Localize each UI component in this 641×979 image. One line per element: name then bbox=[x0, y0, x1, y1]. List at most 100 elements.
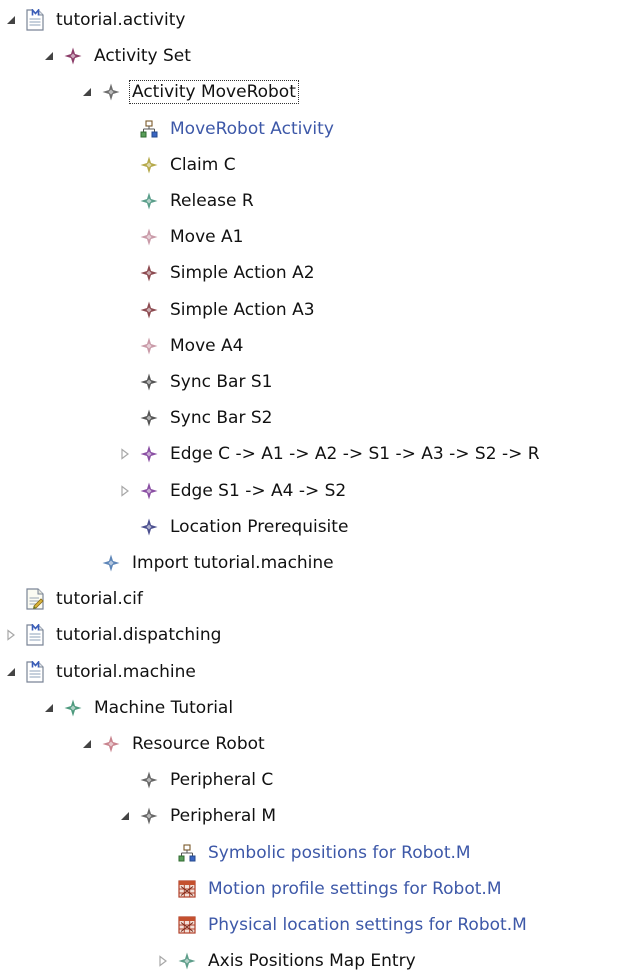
tree-item[interactable]: Physical location settings for Robot.M bbox=[156, 907, 529, 943]
tree-item-label: Simple Action A2 bbox=[170, 263, 315, 284]
collapsed-twisty-icon[interactable] bbox=[156, 954, 170, 968]
model-file-icon bbox=[24, 624, 46, 646]
tree-item[interactable]: Resource Robot bbox=[80, 726, 267, 762]
tree-item-label: Resource Robot bbox=[132, 734, 265, 754]
tree-item[interactable]: Release R bbox=[118, 183, 256, 219]
hierarchy-diagram-icon bbox=[138, 118, 160, 140]
settings-table-icon bbox=[176, 878, 198, 900]
tree-item[interactable]: Motion profile settings for Robot.M bbox=[156, 871, 504, 907]
tree-item[interactable]: Move A4 bbox=[118, 328, 245, 364]
text-file-icon bbox=[24, 588, 46, 610]
expanded-twisty-icon[interactable] bbox=[80, 85, 94, 99]
diamond-star-icon bbox=[138, 371, 160, 393]
model-file-icon bbox=[24, 9, 46, 31]
diamond-star-icon bbox=[138, 154, 160, 176]
tree-item-label: Axis Positions Map Entry bbox=[208, 951, 416, 972]
settings-table-icon bbox=[176, 914, 198, 936]
expanded-twisty-icon[interactable] bbox=[4, 13, 18, 27]
tree-item-label: Move A4 bbox=[170, 335, 244, 356]
tree-item[interactable]: tutorial.dispatching bbox=[4, 617, 223, 653]
tree-item[interactable]: Activity MoveRobot bbox=[80, 74, 299, 110]
tree-item-label: Move A1 bbox=[170, 227, 244, 248]
diamond-star-icon bbox=[138, 299, 160, 321]
tree-item-label: tutorial.machine bbox=[56, 661, 196, 682]
tree-item[interactable]: MoveRobot Activity bbox=[118, 111, 336, 147]
tree-item[interactable]: Symbolic positions for Robot.M bbox=[156, 835, 473, 871]
tree-item[interactable]: Peripheral M bbox=[118, 798, 278, 834]
tree-item-label: Claim C bbox=[170, 154, 236, 175]
hierarchy-diagram-icon bbox=[176, 842, 198, 864]
tree-item-label: tutorial.activity bbox=[56, 10, 186, 30]
tree-item-label: Activity Set bbox=[94, 46, 191, 67]
diamond-star-icon bbox=[176, 950, 198, 972]
tree-item[interactable]: tutorial.machine bbox=[4, 654, 198, 690]
tree-item-label: Peripheral M bbox=[170, 806, 277, 827]
expanded-twisty-icon[interactable] bbox=[118, 809, 132, 823]
diamond-star-icon bbox=[100, 733, 122, 755]
tree-item-label: Edge C -> A1 -> A2 -> S1 -> A3 -> S2 -> … bbox=[170, 444, 540, 465]
tree-item[interactable]: Move A1 bbox=[118, 219, 245, 255]
expanded-twisty-icon[interactable] bbox=[4, 665, 18, 679]
tree-item[interactable]: Claim C bbox=[118, 147, 238, 183]
tree-item[interactable]: Edge C -> A1 -> A2 -> S1 -> A3 -> S2 -> … bbox=[118, 436, 542, 472]
diamond-star-icon bbox=[62, 45, 84, 67]
diamond-star-icon bbox=[138, 262, 160, 284]
tree-item-label: Import tutorial.machine bbox=[132, 553, 334, 573]
expanded-twisty-icon[interactable] bbox=[42, 701, 56, 715]
model-file-icon bbox=[24, 660, 46, 683]
tree-item-label: Machine Tutorial bbox=[94, 697, 234, 718]
diamond-star-icon bbox=[138, 407, 160, 429]
collapsed-twisty-icon[interactable] bbox=[4, 628, 18, 642]
diamond-star-icon bbox=[100, 552, 122, 574]
tree-item-label: Peripheral C bbox=[170, 770, 274, 791]
expanded-twisty-icon[interactable] bbox=[80, 737, 94, 751]
tree-item[interactable]: Peripheral C bbox=[118, 762, 275, 798]
diamond-star-icon bbox=[138, 226, 160, 248]
diamond-star-icon bbox=[138, 480, 160, 502]
tree-item-label: Physical location settings for Robot.M bbox=[208, 915, 527, 935]
tree-item[interactable]: Simple Action A2 bbox=[118, 255, 317, 291]
expanded-twisty-icon[interactable] bbox=[42, 49, 56, 63]
diamond-star-icon bbox=[138, 335, 160, 357]
tree-item[interactable]: tutorial.cif bbox=[4, 581, 145, 617]
tree-item[interactable]: Sync Bar S1 bbox=[118, 364, 274, 400]
diamond-star-icon bbox=[62, 697, 84, 719]
diamond-star-icon bbox=[138, 190, 160, 212]
tree-item-label: MoveRobot Activity bbox=[170, 118, 334, 139]
tree-item-label: Sync Bar S1 bbox=[170, 372, 273, 392]
diamond-star-icon bbox=[138, 516, 160, 538]
tree-item[interactable]: Activity Set bbox=[42, 38, 193, 74]
collapsed-twisty-icon[interactable] bbox=[118, 447, 132, 461]
tree-item[interactable]: Edge S1 -> A4 -> S2 bbox=[118, 473, 348, 509]
tree-item-label: Symbolic positions for Robot.M bbox=[208, 842, 471, 863]
project-tree: tutorial.activity Activity Set Activity Mo… bbox=[0, 0, 641, 971]
collapsed-twisty-icon[interactable] bbox=[118, 484, 132, 498]
tree-item-label: Location Prerequisite bbox=[170, 516, 349, 537]
tree-item-label: Simple Action A3 bbox=[170, 299, 315, 320]
tree-item[interactable]: Location Prerequisite bbox=[118, 509, 350, 545]
tree-item[interactable]: Axis Positions Map Entry bbox=[156, 943, 418, 979]
tree-item-label: Edge S1 -> A4 -> S2 bbox=[170, 480, 347, 501]
tree-item-label: tutorial.dispatching bbox=[56, 625, 222, 646]
tree-item[interactable]: Import tutorial.machine bbox=[80, 545, 336, 581]
diamond-star-icon bbox=[138, 805, 160, 827]
tree-item[interactable]: Machine Tutorial bbox=[42, 690, 235, 726]
tree-item[interactable]: Simple Action A3 bbox=[118, 292, 317, 328]
tree-item[interactable]: tutorial.activity bbox=[4, 2, 187, 38]
tree-item[interactable]: Sync Bar S2 bbox=[118, 400, 274, 436]
